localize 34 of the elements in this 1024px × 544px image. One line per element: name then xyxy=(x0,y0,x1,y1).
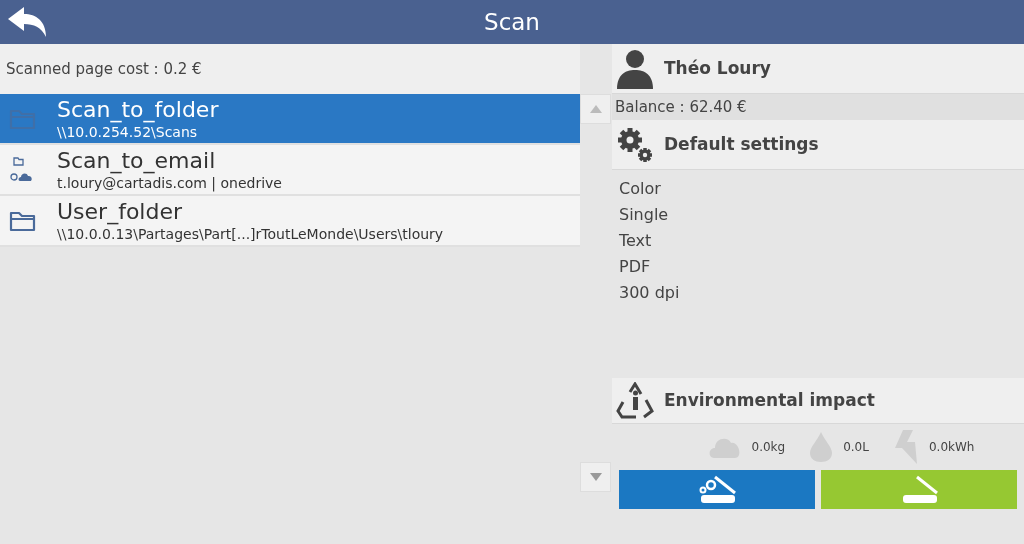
back-icon[interactable] xyxy=(6,5,48,39)
impact-value: 0.0kWh xyxy=(928,439,975,456)
page-cost-text: Scanned page cost : 0.2 € xyxy=(6,58,202,80)
impact-value: 0.0L xyxy=(843,439,869,456)
destination-name: User_folder xyxy=(57,198,183,226)
setting-value: Text xyxy=(619,230,653,252)
section-title: Default settings xyxy=(664,132,819,156)
setting-value: Single xyxy=(619,204,670,226)
destination-name: Scan_to_email xyxy=(57,147,217,175)
destination-item[interactable]: Scan_to_folder \\10.0.254.52\Scans xyxy=(0,94,581,145)
user-name: Théo Loury xyxy=(664,56,771,80)
scan-settings-button[interactable] xyxy=(619,470,815,509)
scan-start-button[interactable] xyxy=(821,470,1017,509)
recycle-info-icon xyxy=(616,381,654,420)
destination-path: \\10.0.254.52\Scans xyxy=(57,123,199,141)
destination-path: \\10.0.0.13\Partages\Part[...]rToutLeMonde\Users\tloury xyxy=(57,225,444,243)
scanner-gears-icon xyxy=(697,474,737,505)
impact-value: 0.0kg xyxy=(751,439,786,456)
page-title: Scan xyxy=(484,7,540,37)
section-title: Environmental impact xyxy=(664,388,875,412)
setting-value: Color xyxy=(619,178,662,200)
balance-text: Balance : 62.40 € xyxy=(615,96,747,118)
setting-value: 300 dpi xyxy=(619,282,681,304)
destination-path: t.loury@cartadis.com | onedrive xyxy=(57,174,282,192)
destination-item[interactable]: Scan_to_email t.loury@cartadis.com | onedrive xyxy=(0,145,581,196)
user-icon xyxy=(616,48,654,89)
gears-icon xyxy=(616,125,654,164)
setting-value: PDF xyxy=(619,256,652,278)
destination-item[interactable]: User_folder \\10.0.0.13\Partages\Part[...]rToutLeMonde\Users\tloury xyxy=(0,196,581,247)
up-triangle-icon xyxy=(589,105,602,113)
scroll-up-button[interactable] xyxy=(580,94,612,124)
down-triangle-icon xyxy=(589,473,602,481)
scroll-down-button[interactable] xyxy=(580,462,612,492)
destination-name: Scan_to_folder xyxy=(57,96,219,124)
